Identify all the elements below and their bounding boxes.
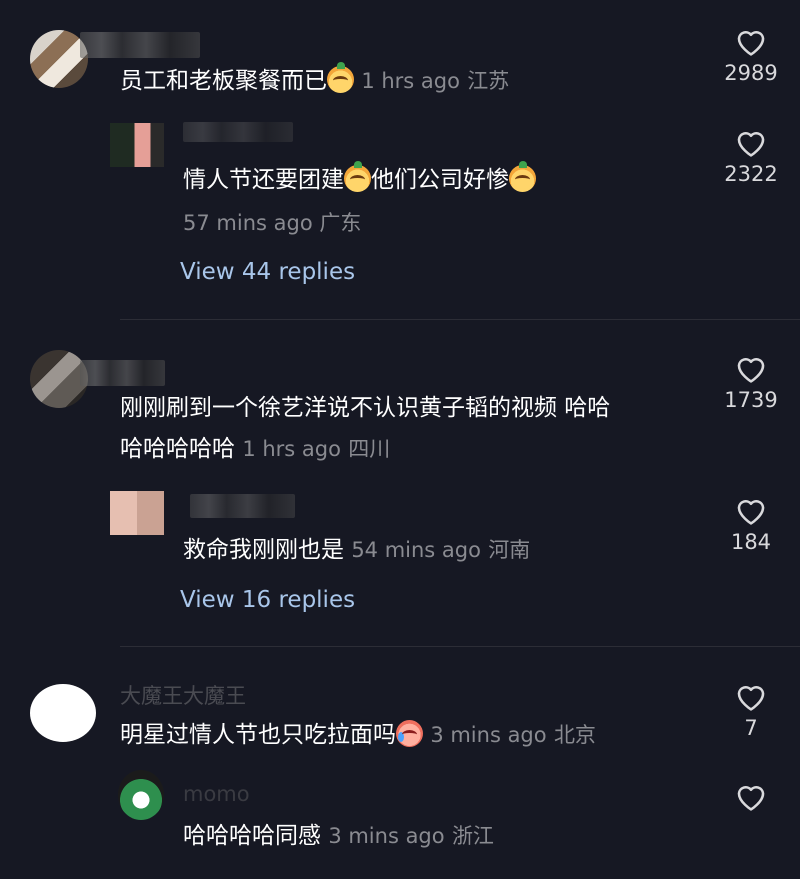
like-count: 2989 (724, 61, 778, 85)
comment-time: 1 hrs ago (242, 437, 341, 461)
comment-location: 四川 (348, 437, 391, 461)
reply-avatar[interactable] (110, 491, 164, 535)
like-button[interactable]: 1739 (711, 352, 791, 412)
heart-outline-icon (737, 31, 765, 56)
like-count: 1739 (724, 388, 778, 412)
reply-avatar[interactable] (110, 123, 164, 167)
like-count: 184 (730, 530, 772, 554)
comment-body-line1: 刚刚刷到一个徐艺洋说不认识黄子韬的视频 哈哈 (120, 395, 611, 421)
like-button[interactable]: 2989 (711, 25, 791, 85)
like-count: 2322 (724, 162, 778, 186)
reply-time: 54 mins ago (351, 538, 481, 562)
reply-location: 河南 (488, 538, 531, 562)
reply-time: 3 mins ago (328, 824, 445, 848)
username-blurred[interactable] (80, 360, 165, 386)
reply-text[interactable]: 救命我刚刚也是 54 mins ago 河南 (183, 530, 530, 571)
comment-text[interactable]: 员工和老板聚餐而已 1 hrs ago 江苏 (120, 61, 509, 102)
reply-meta: 57 mins ago 广东 (183, 203, 361, 244)
username-blurred[interactable] (80, 32, 200, 58)
view-replies-link[interactable]: View 16 replies (180, 587, 355, 613)
comment-time: 3 mins ago (430, 723, 547, 747)
heart-outline-icon (737, 686, 765, 711)
smiling-pear-emoji-icon (509, 161, 536, 192)
smiling-pear-emoji-icon (344, 161, 371, 192)
comment-text[interactable]: 刚刚刷到一个徐艺洋说不认识黄子韬的视频 哈哈 哈哈哈哈哈 1 hrs ago 四… (120, 388, 700, 470)
reply-time: 57 mins ago (183, 211, 313, 235)
comment-body-line2: 哈哈哈哈哈 (120, 436, 235, 462)
comment-body: 明星过情人节也只吃拉面吗 (120, 722, 396, 748)
reply-username[interactable]: momo (183, 774, 250, 815)
view-replies-link[interactable]: View 44 replies (180, 259, 355, 285)
reply-avatar[interactable] (118, 770, 164, 820)
reply-username-blurred[interactable] (190, 494, 295, 518)
comment-location: 北京 (553, 723, 596, 747)
divider (120, 646, 800, 647)
reply-username-blurred[interactable] (183, 122, 293, 142)
heart-outline-icon (737, 358, 765, 383)
heart-outline-icon (737, 786, 765, 811)
reply-text[interactable]: 哈哈哈哈同感 3 mins ago 浙江 (183, 816, 494, 857)
reply-body: 哈哈哈哈同感 (183, 823, 321, 849)
crying-laughing-emoji-icon (396, 720, 423, 747)
reply-location: 浙江 (451, 824, 494, 848)
reply-text[interactable]: 情人节还要团建 他们公司好惨 (183, 160, 536, 201)
reply-like-button[interactable] (711, 780, 791, 812)
reply-like-button[interactable]: 2322 (711, 126, 791, 186)
comment-text[interactable]: 明星过情人节也只吃拉面吗 3 mins ago 北京 (120, 715, 596, 756)
reply-like-button[interactable]: 184 (711, 494, 791, 554)
like-count: 7 (744, 716, 758, 740)
reply-body: 救命我刚刚也是 (183, 537, 344, 563)
like-button[interactable]: 7 (711, 680, 791, 740)
comment-time: 1 hrs ago (361, 69, 460, 93)
smiling-pear-emoji-icon (327, 62, 354, 93)
comment-location: 江苏 (467, 69, 510, 93)
comment-body: 员工和老板聚餐而已 (120, 68, 327, 94)
heart-outline-icon (737, 132, 765, 157)
reply-body-part2: 他们公司好惨 (371, 167, 509, 193)
heart-outline-icon (737, 500, 765, 525)
username[interactable]: 大魔王大魔王 (120, 676, 246, 717)
reply-location: 广东 (319, 211, 362, 235)
divider (120, 319, 800, 320)
avatar[interactable] (30, 684, 96, 742)
reply-body-part1: 情人节还要团建 (183, 167, 344, 193)
